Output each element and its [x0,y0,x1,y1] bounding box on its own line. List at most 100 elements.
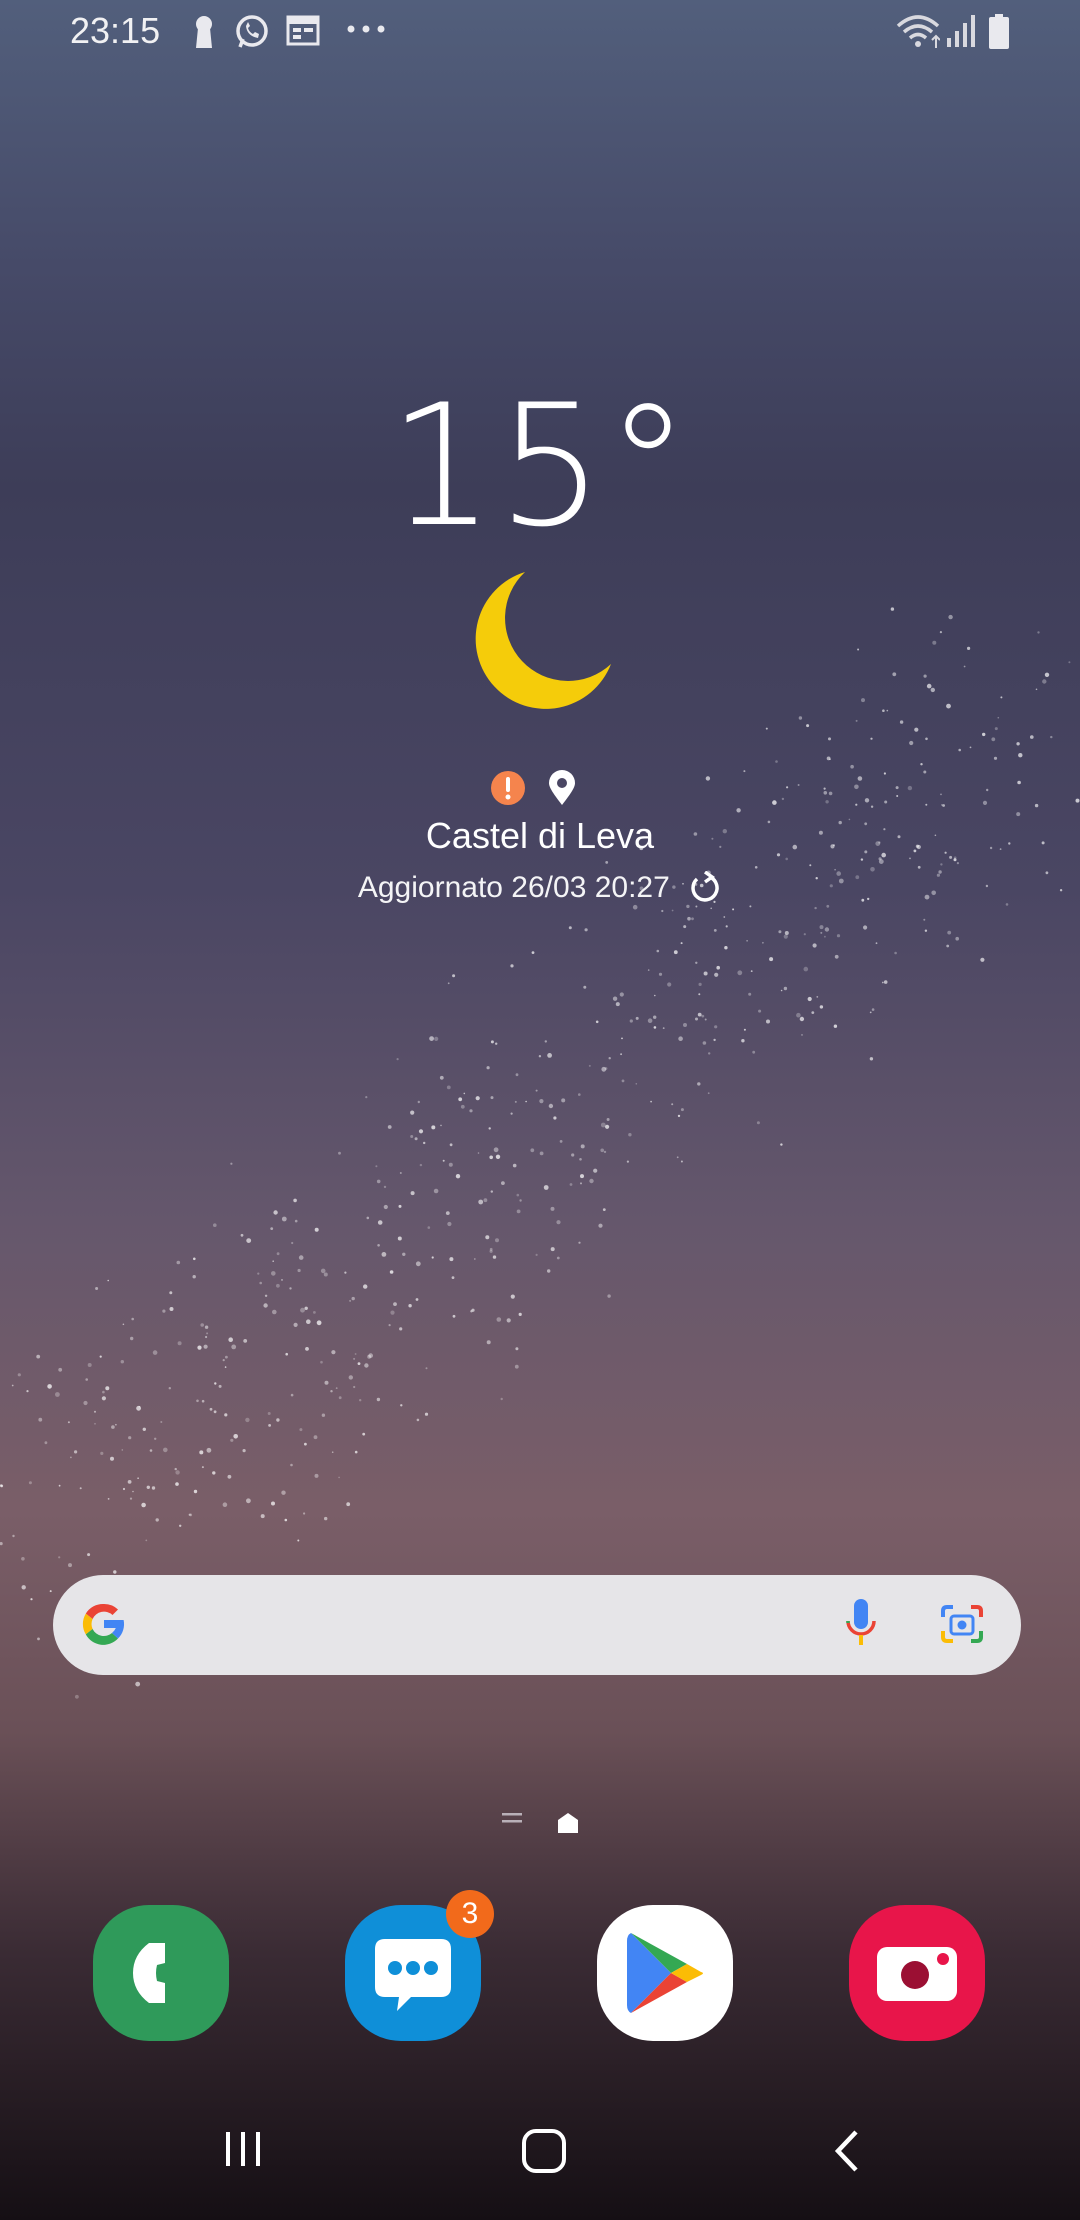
wallpaper-star [758,1009,762,1013]
wallpaper-star [331,1350,336,1355]
wallpaper-star [415,1261,421,1267]
phone-app[interactable] [93,1905,229,2041]
wallpaper-star [177,1341,182,1346]
wallpaper-star [578,1093,581,1096]
wallpaper-star [683,925,687,929]
recents-icon[interactable] [222,2128,264,2170]
wallpaper-star [415,1298,419,1301]
back-icon[interactable] [830,2128,864,2174]
location-pin-icon [549,770,575,805]
wallpaper-star [654,994,656,997]
wallpaper-star [30,1598,33,1601]
google-search-bar[interactable] [53,1575,1021,1675]
wallpaper-star [559,1140,563,1143]
wallpaper-star [723,916,726,918]
wallpaper-star [593,1168,598,1173]
wallpaper-star [967,646,971,651]
wallpaper-star [424,1412,429,1416]
wallpaper-star [580,1174,584,1179]
home-icon[interactable] [521,2128,567,2174]
wallpaper-star [204,1325,209,1329]
wallpaper-star [38,1417,43,1422]
wallpaper-star [750,970,753,972]
wallpaper-star [196,1399,199,1403]
wallpaper-star [313,1435,318,1440]
wallpaper-star [376,1179,381,1184]
wallpaper-star [612,996,618,1001]
google-lens-icon[interactable] [939,1601,985,1647]
wallpaper-star [169,1307,174,1311]
wallpaper-star [260,1514,265,1519]
wallpaper-star [661,909,664,913]
wallpaper-star [626,1160,630,1163]
wallpaper-star [695,905,698,908]
wallpaper-star [199,1450,204,1455]
wallpaper-star [510,964,514,968]
wallpaper-star [702,1041,707,1045]
wallpaper-star [168,1387,171,1390]
wallpaper-star [213,1410,217,1414]
wallpaper-star [775,760,778,763]
wallpaper-star [743,770,746,773]
camera-app[interactable] [849,1905,985,2041]
play-store-app[interactable] [597,1905,733,2041]
wallpaper-star [886,709,889,712]
wallpaper-star [878,859,884,864]
wallpaper-star [452,974,456,978]
wallpaper-star [193,1257,196,1261]
wallpaper-star [820,931,823,934]
refresh-icon[interactable] [688,871,722,905]
wallpaper-star [714,972,719,977]
wallpaper-star [556,1220,561,1225]
list-page-icon[interactable] [502,1810,522,1826]
wallpaper-star [224,1366,227,1368]
google-logo-icon [82,1603,125,1645]
wallpaper-star [930,687,935,693]
wallpaper-star [320,1360,323,1364]
wallpaper-star [530,1148,535,1153]
wallpaper-star [605,861,609,864]
home-page-icon[interactable] [557,1812,579,1834]
wallpaper-star [535,1089,538,1092]
wallpaper-star [162,1309,166,1313]
wallpaper-star [206,1332,209,1335]
wallpaper-star [883,772,887,775]
wallpaper-star [982,800,988,806]
wallpaper-star [656,949,660,953]
wallpaper-star [514,1364,519,1369]
wallpaper-star [423,1141,426,1145]
wallpaper-star [218,1384,222,1388]
wallpaper-star [259,1281,263,1285]
wallpaper-star [620,1053,622,1056]
wallpaper-star [697,1082,701,1086]
mic-icon[interactable] [843,1597,879,1651]
wallpaper-star [493,1147,499,1153]
wallpaper-star [982,732,986,737]
wallpaper-star [316,1320,322,1326]
city-name[interactable]: Castel di Leva [0,815,1080,857]
wallpaper-star [17,1373,21,1377]
wallpaper-star [138,1405,141,1408]
wallpaper-star [490,1190,493,1193]
wallpaper-star [111,1425,115,1429]
wallpaper-star [314,1473,319,1478]
wallpaper-star [398,1204,402,1208]
wallpaper-star [653,1015,657,1019]
wallpaper-star [589,1178,594,1184]
wallpaper-star [458,1097,463,1102]
wallpaper-star [703,971,708,976]
wallpaper-star [455,1174,461,1179]
notification-badge: 3 [446,1890,494,1938]
temperature[interactable]: 15° [0,368,1080,564]
wallpaper-star [12,1534,15,1538]
wallpaper-star [512,1163,517,1168]
wallpaper-star [222,1359,225,1362]
wallpaper-star [799,1016,805,1022]
wallpaper-star [695,1017,698,1021]
wallpaper-star [544,1040,547,1043]
keyhole-icon [196,16,212,48]
wallpaper-star [863,925,868,930]
wallpaper-star [304,1442,307,1446]
wallpaper-star [697,1012,702,1017]
wallpaper-star [176,1260,181,1265]
